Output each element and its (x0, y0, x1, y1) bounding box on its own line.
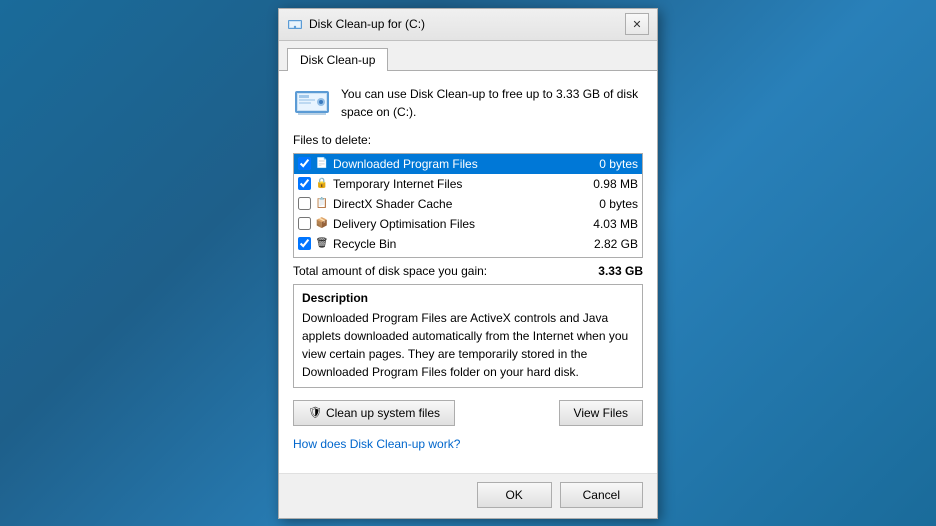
main-content: You can use Disk Clean-up to free up to … (279, 71, 657, 473)
tab-bar: Disk Clean-up (279, 41, 657, 71)
description-label: Description (302, 291, 634, 305)
help-link-row: How does Disk Clean-up work? (293, 436, 643, 451)
cancel-button[interactable]: Cancel (560, 482, 643, 508)
table-row[interactable]: 📄 Downloaded Program Files 0 bytes (294, 154, 642, 174)
action-buttons: 🛡 Clean up system files View Files (293, 400, 643, 426)
file-icon-1: 🔒 (315, 177, 329, 191)
tab-disk-cleanup[interactable]: Disk Clean-up (287, 48, 388, 71)
table-row[interactable]: 🗑 Recycle Bin 2.82 GB (294, 234, 642, 254)
help-link[interactable]: How does Disk Clean-up work? (293, 437, 460, 451)
disk-cleanup-icon (287, 16, 303, 32)
file-list[interactable]: 📄 Downloaded Program Files 0 bytes 🔒 Tem… (293, 153, 643, 258)
files-label: Files to delete: (293, 133, 643, 147)
total-label: Total amount of disk space you gain: (293, 264, 487, 278)
file-checkbox-4[interactable] (298, 237, 311, 250)
file-checkbox-3[interactable] (298, 217, 311, 230)
table-row[interactable]: 📦 Delivery Optimisation Files 4.03 MB (294, 214, 642, 234)
file-icon-2: 📋 (315, 197, 329, 211)
info-row: You can use Disk Clean-up to free up to … (293, 83, 643, 121)
dialog-title: Disk Clean-up for (C:) (309, 17, 625, 31)
info-text: You can use Disk Clean-up to free up to … (341, 83, 643, 121)
close-button[interactable]: ✕ (625, 13, 649, 35)
total-row: Total amount of disk space you gain: 3.3… (293, 258, 643, 284)
table-row[interactable]: 📋 DirectX Shader Cache 0 bytes (294, 194, 642, 214)
ok-button[interactable]: OK (477, 482, 552, 508)
drive-icon (293, 83, 331, 121)
file-icon-4: 🗑 (315, 237, 329, 251)
file-icon-3: 📦 (315, 217, 329, 231)
description-text: Downloaded Program Files are ActiveX con… (302, 309, 634, 381)
footer-buttons: OK Cancel (279, 473, 657, 518)
title-bar: Disk Clean-up for (C:) ✕ (279, 9, 657, 41)
file-checkbox-2[interactable] (298, 197, 311, 210)
file-icon-0: 📄 (315, 157, 329, 171)
total-value: 3.33 GB (598, 264, 643, 278)
shield-icon: 🛡 (308, 406, 322, 419)
file-checkbox-0[interactable] (298, 157, 311, 170)
cleanup-system-files-button[interactable]: 🛡 Clean up system files (293, 400, 455, 426)
view-files-button[interactable]: View Files (559, 400, 643, 426)
description-box: Description Downloaded Program Files are… (293, 284, 643, 388)
disk-cleanup-dialog: Disk Clean-up for (C:) ✕ Disk Clean-up (278, 8, 658, 519)
table-row[interactable]: 🔒 Temporary Internet Files 0.98 MB (294, 174, 642, 194)
file-checkbox-1[interactable] (298, 177, 311, 190)
